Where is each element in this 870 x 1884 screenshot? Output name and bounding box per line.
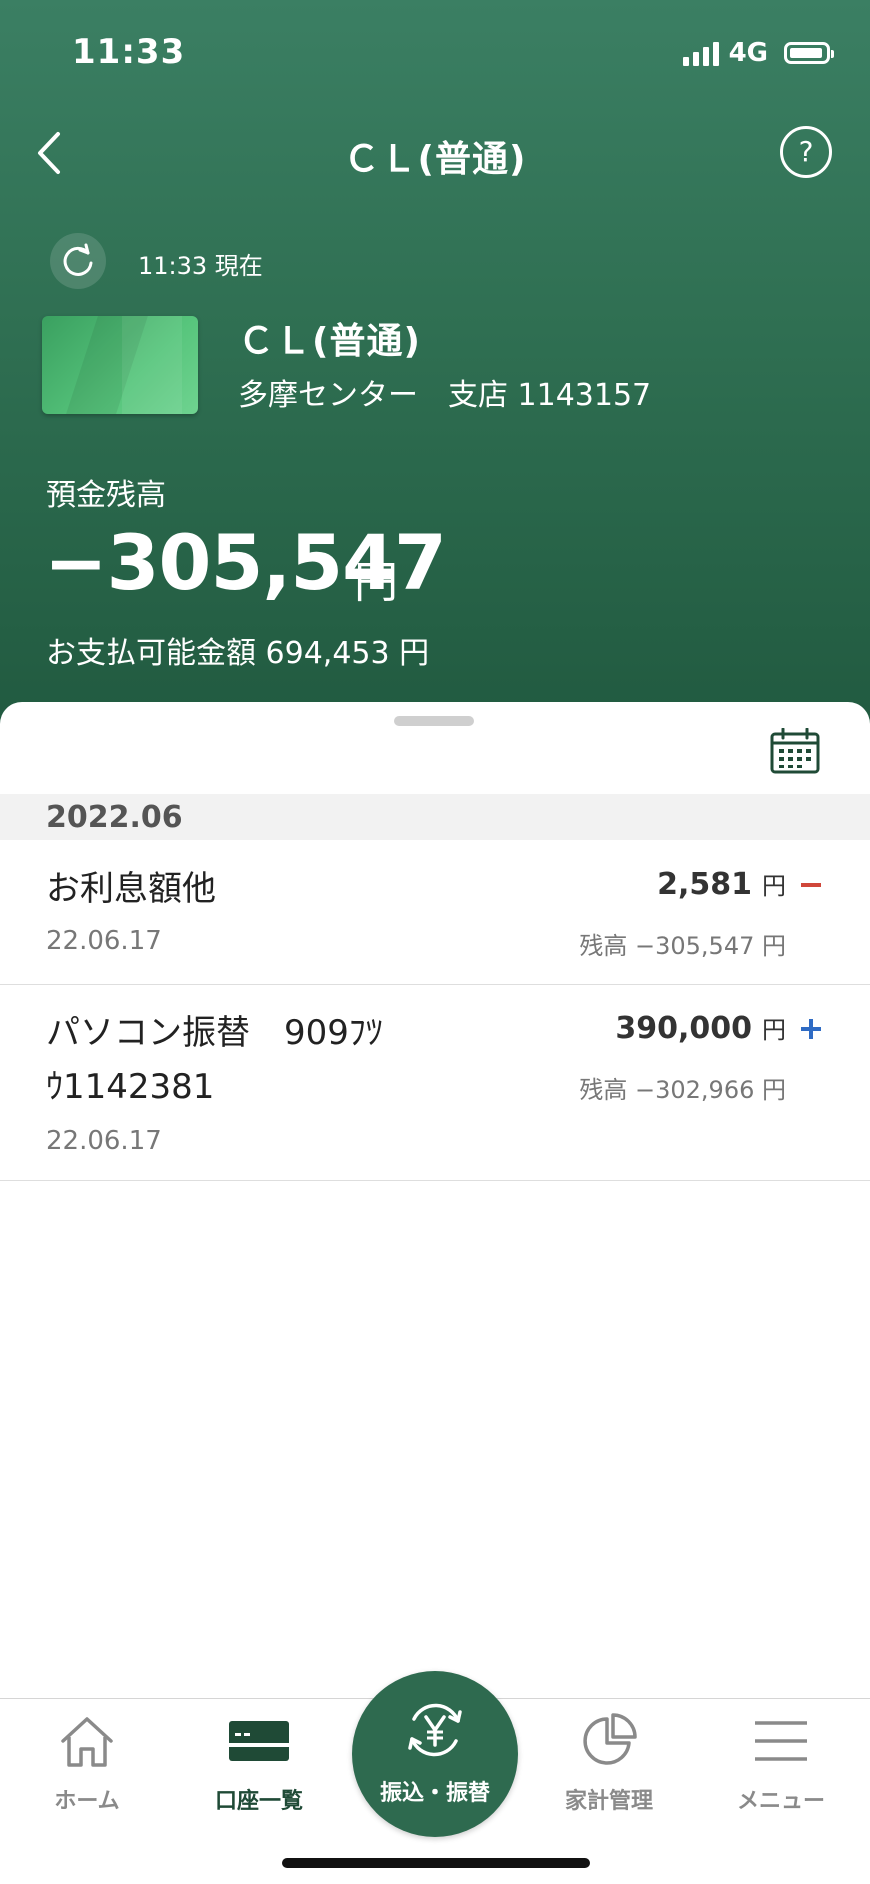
transaction-row[interactable]: パソコン振替 909ﾌﾂ ｳ1142381 22.06.17 390,000 円 …: [0, 984, 870, 1181]
refresh-button[interactable]: [50, 233, 106, 289]
hamburger-icon: [755, 1721, 807, 1761]
tab-menu-label: メニュー: [736, 1789, 825, 1814]
month-header: 2022.06: [0, 794, 870, 840]
pie-chart-icon: [583, 1713, 637, 1765]
home-icon: [61, 1717, 113, 1767]
transaction-amount: 390,000 円: [615, 1010, 786, 1046]
month-label: 2022.06: [46, 800, 183, 835]
question-icon: ?: [798, 135, 814, 168]
bottom-tab-bar: ホーム 口座一覧 振込・振替 家計管理 メニュー: [0, 1671, 870, 1884]
tab-menu[interactable]: メニュー: [706, 1713, 856, 1815]
page-title: ＣＬ(普通): [343, 139, 527, 180]
tab-accounts[interactable]: 口座一覧: [184, 1713, 334, 1815]
available-amount: お支払可能金額 694,453 円: [46, 636, 430, 671]
status-indicators: 4G: [682, 38, 834, 68]
transaction-balance: 残高 −302,966 円: [579, 1076, 786, 1104]
network-label: 4G: [728, 38, 768, 68]
transaction-balance: 残高 −305,547 円: [579, 932, 786, 960]
minus-icon: [801, 883, 821, 887]
signal-icon: [682, 40, 719, 66]
balance-unit: 円: [354, 557, 398, 608]
tab-home[interactable]: ホーム: [12, 1713, 162, 1815]
transaction-amount: 2,581 円: [657, 866, 786, 902]
amount-unit: 円: [762, 1016, 786, 1044]
refresh-icon: [63, 243, 93, 276]
balance-label: 預金残高: [46, 478, 166, 513]
amount-unit: 円: [762, 872, 786, 900]
help-button[interactable]: ?: [780, 126, 832, 178]
tab-home-label: ホーム: [54, 1789, 120, 1814]
transaction-description-line1: パソコン振替 909ﾌﾂ: [46, 1013, 383, 1053]
transaction-date: 22.06.17: [46, 1126, 162, 1156]
amount-value: 2,581: [657, 867, 752, 902]
battery-icon: [784, 42, 834, 64]
updated-time: 11:33 現在: [138, 252, 263, 280]
account-card-image: [42, 316, 198, 414]
account-branch: 多摩センター 支店 1143157: [238, 378, 652, 413]
account-header: 11:33 4G ＣＬ(普通) ? 11:33 現在 ＣＬ(普通) 多摩センター…: [0, 0, 870, 730]
plus-icon: [801, 1019, 821, 1039]
tab-budget[interactable]: 家計管理: [534, 1713, 684, 1815]
bankbook-icon: [229, 1721, 289, 1761]
tab-budget-label: 家計管理: [564, 1789, 653, 1814]
transfer-button[interactable]: 振込・振替: [352, 1671, 518, 1837]
transaction-description-line2: ｳ1142381: [46, 1067, 215, 1107]
tab-accounts-label: 口座一覧: [214, 1789, 303, 1814]
home-indicator[interactable]: [282, 1858, 590, 1868]
status-time: 11:33: [72, 32, 186, 72]
yen-transfer-icon: [408, 1703, 462, 1757]
account-name: ＣＬ(普通): [238, 321, 421, 362]
calendar-icon: [770, 727, 820, 774]
sheet-handle[interactable]: [394, 716, 474, 726]
calendar-button[interactable]: [770, 727, 820, 774]
transaction-row[interactable]: お利息額他 22.06.17 2,581 円 残高 −305,547 円: [0, 840, 870, 985]
transaction-description: お利息額他: [46, 869, 216, 909]
amount-value: 390,000: [615, 1011, 752, 1046]
transaction-date: 22.06.17: [46, 926, 162, 956]
tab-transfer-label: 振込・振替: [379, 1781, 490, 1806]
